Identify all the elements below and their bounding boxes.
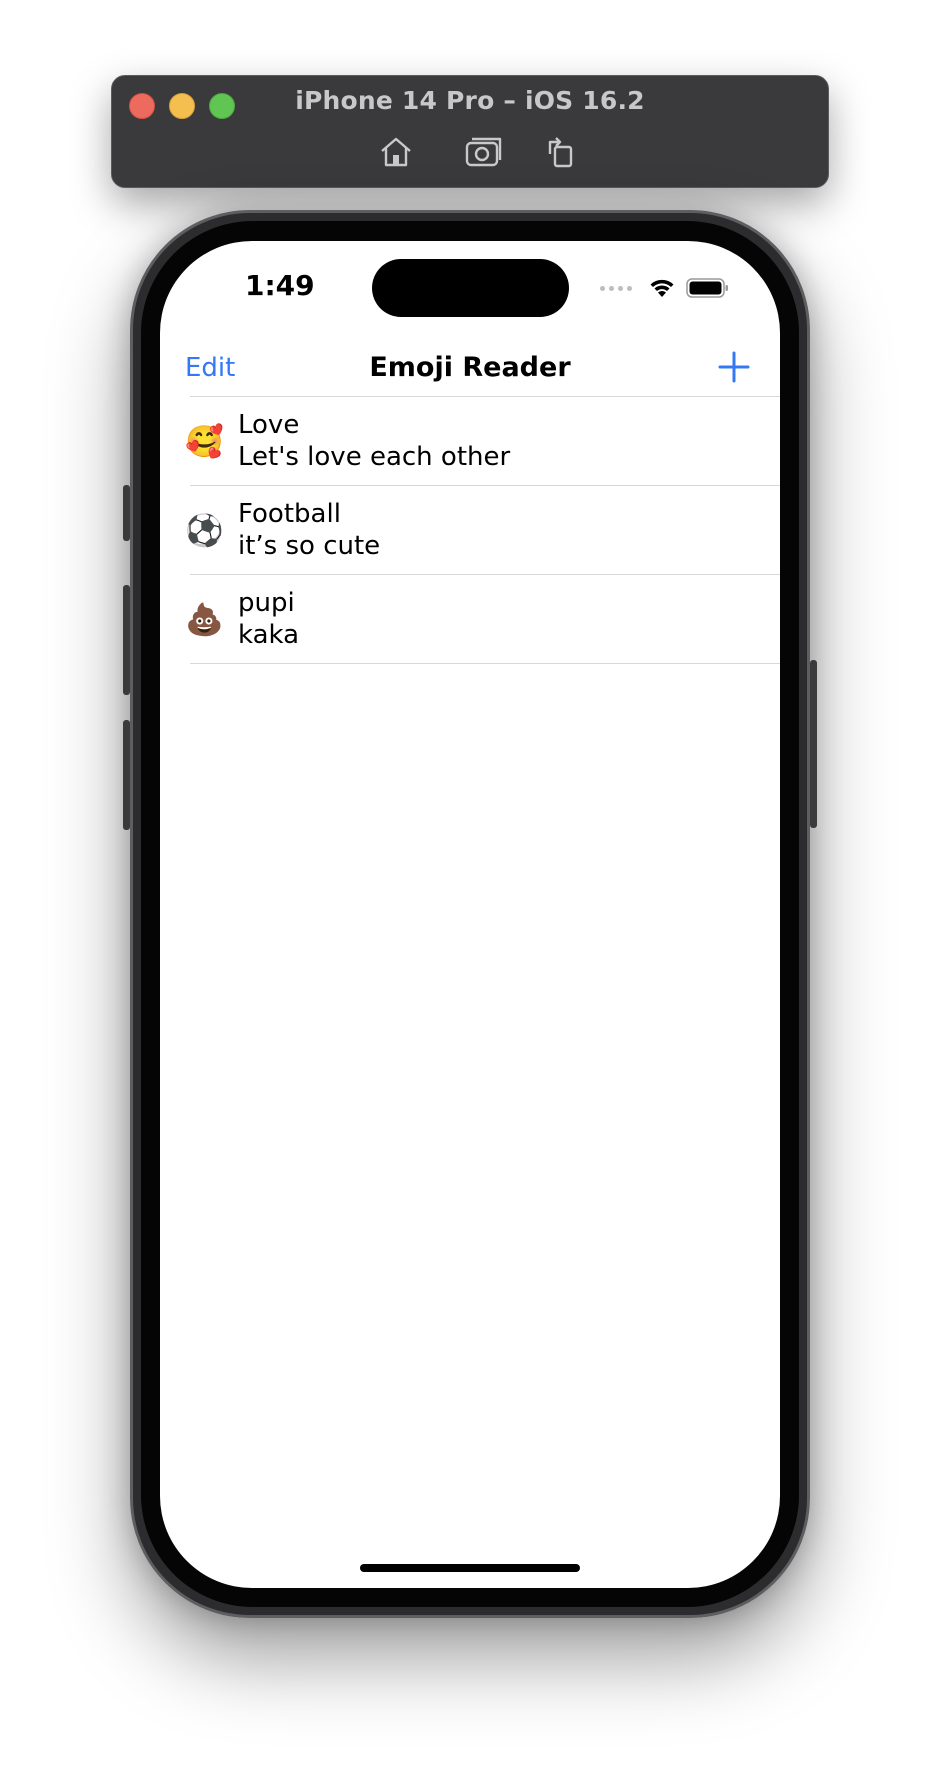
emoji-list: 🥰 Love Let's love each other ⚽ Football …	[160, 397, 780, 664]
phone-screen: 1:49 Edit Emoji Reader 🥰 Love Let's love…	[160, 241, 780, 1588]
camera-icon[interactable]	[464, 134, 504, 170]
emoji-glyph: 💩	[185, 602, 224, 638]
wifi-icon	[650, 279, 674, 297]
list-item[interactable]: 💩 pupi kaka	[160, 575, 780, 664]
simulator-toolbar	[112, 134, 828, 174]
emoji-glyph: ⚽	[185, 513, 224, 549]
plus-icon	[718, 351, 750, 383]
volume-up-button[interactable]	[123, 585, 130, 695]
battery-icon	[686, 278, 728, 298]
dynamic-island	[372, 259, 569, 317]
mute-switch[interactable]	[123, 485, 130, 541]
home-icon[interactable]	[376, 134, 416, 170]
status-time: 1:49	[245, 269, 315, 302]
cellular-signal-icon	[600, 285, 632, 291]
item-title: Love	[238, 410, 300, 440]
simulator-titlebar: iPhone 14 Pro – iOS 16.2	[111, 75, 829, 188]
row-divider	[190, 663, 780, 664]
home-indicator[interactable]	[360, 1564, 580, 1572]
list-item[interactable]: ⚽ Football it’s so cute	[160, 486, 780, 575]
page-title: Emoji Reader	[369, 352, 571, 383]
list-item[interactable]: 🥰 Love Let's love each other	[160, 397, 780, 486]
simulator-title: iPhone 14 Pro – iOS 16.2	[295, 86, 645, 115]
item-title: Football	[238, 499, 341, 529]
item-title: pupi	[238, 588, 295, 618]
emoji-glyph: 🥰	[185, 424, 224, 460]
status-icons	[600, 274, 730, 302]
navigation-bar: Edit Emoji Reader	[160, 339, 780, 403]
item-subtitle: Let's love each other	[238, 442, 511, 472]
add-button[interactable]	[716, 349, 752, 385]
item-subtitle: it’s so cute	[238, 531, 381, 561]
item-subtitle: kaka	[238, 620, 300, 650]
power-button[interactable]	[810, 660, 817, 828]
volume-down-button[interactable]	[123, 720, 130, 830]
rotate-icon[interactable]	[542, 134, 582, 170]
